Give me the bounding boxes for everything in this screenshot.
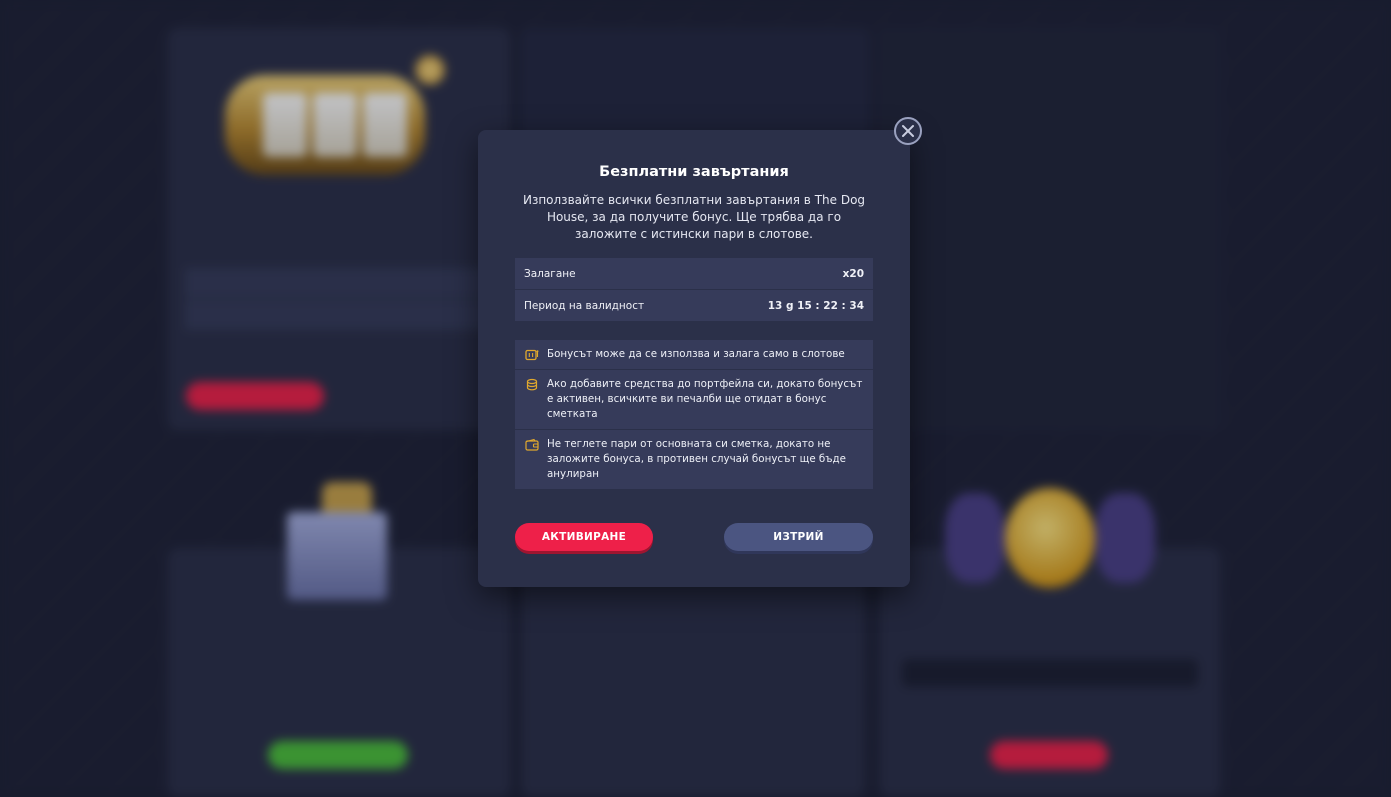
close-icon bbox=[902, 125, 914, 137]
info-value: x20 bbox=[842, 267, 864, 280]
bonus-modal: Безплатни завъртания Използвайте всички … bbox=[478, 130, 910, 587]
delete-button[interactable]: ИЗТРИЙ bbox=[724, 523, 873, 551]
modal-title: Безплатни завъртания bbox=[599, 164, 789, 180]
info-label: Залагане bbox=[524, 267, 576, 280]
info-row-wager: Залагане x20 bbox=[515, 258, 873, 289]
rule-text: Не теглете пари от основната си сметка, … bbox=[547, 438, 847, 480]
coins-icon bbox=[525, 378, 539, 392]
modal-description: Използвайте всички безплатни завъртания … bbox=[522, 193, 866, 241]
info-row-validity: Период на валидност 13 g 15 : 22 : 34 bbox=[515, 290, 873, 321]
info-label: Период на валидност bbox=[524, 299, 645, 312]
bonus-info-table: Залагане x20 Период на валидност 13 g 15… bbox=[515, 258, 873, 321]
close-button[interactable] bbox=[894, 117, 922, 145]
rule-text: Бонусът може да се използва и залага сам… bbox=[547, 348, 845, 360]
info-value: 13 g 15 : 22 : 34 bbox=[767, 299, 864, 312]
wallet-icon bbox=[525, 438, 539, 452]
slot-machine-icon bbox=[525, 348, 539, 362]
activate-button[interactable]: АКТИВИРАНЕ bbox=[515, 523, 653, 551]
rule-item: Не теглете пари от основната си сметка, … bbox=[515, 429, 873, 489]
bonus-rules-list: Бонусът може да се използва и залага сам… bbox=[515, 340, 873, 489]
rule-text: Ако добавите средства до портфейла си, д… bbox=[547, 378, 863, 420]
rule-item: Ако добавите средства до портфейла си, д… bbox=[515, 369, 873, 429]
rule-item: Бонусът може да се използва и залага сам… bbox=[515, 340, 873, 369]
